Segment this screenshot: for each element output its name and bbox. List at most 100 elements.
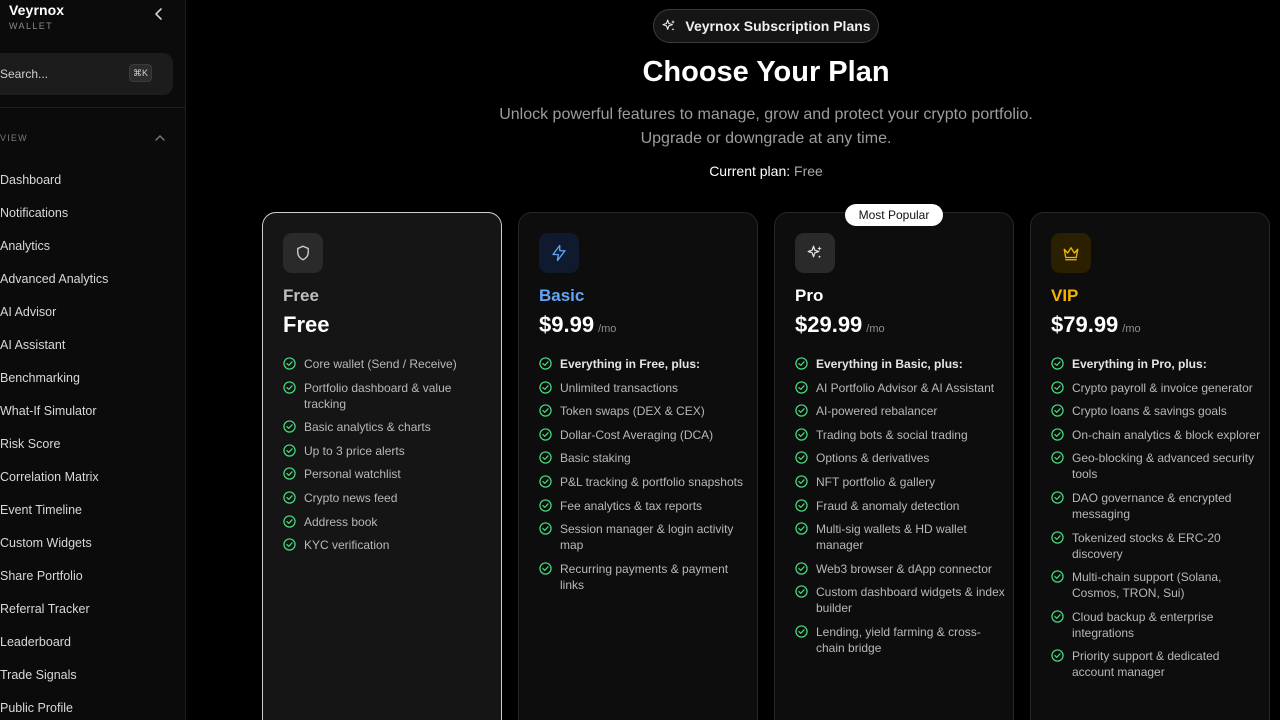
current-plan: Current plan: Free: [187, 163, 1280, 179]
feature-item: Fee analytics & tax reports: [539, 498, 749, 514]
check-circle-icon: [1051, 491, 1064, 504]
lightning-icon: [552, 244, 566, 262]
check-circle-icon: [539, 562, 552, 575]
feature-text: Multi-sig wallets & HD wallet manager: [816, 522, 967, 553]
feature-text: Lending, yield farming & cross-chain bri…: [816, 624, 981, 655]
plan-card-free[interactable]: Free Free Core wallet (Send / Receive) P…: [262, 212, 502, 720]
sparkles-icon: [662, 19, 676, 31]
check-circle-icon: [795, 475, 808, 488]
sidebar-item-referral-tracker[interactable]: Referral Tracker: [0, 592, 186, 625]
feature-item: Address book: [283, 514, 493, 530]
feature-item: Options & derivatives: [795, 450, 1005, 466]
sidebar-item-ai-advisor[interactable]: AI Advisor: [0, 295, 186, 328]
feature-item: Crypto payroll & invoice generator: [1051, 380, 1261, 396]
sidebar-item-ai-assistant[interactable]: AI Assistant: [0, 328, 186, 361]
feature-text: AI-powered rebalancer: [816, 404, 938, 419]
plan-card-vip[interactable]: VIP $79.99 /mo Everything in Pro, plus: …: [1030, 212, 1270, 720]
sidebar-item-analytics[interactable]: Analytics: [0, 229, 186, 262]
check-circle-icon: [283, 380, 296, 394]
check-circle-icon: [795, 498, 808, 512]
feature-item: Everything in Basic, plus:: [795, 356, 1005, 372]
plan-name: Free: [283, 286, 319, 305]
feature-text: Dollar-Cost Averaging (DCA): [560, 427, 714, 442]
feature-text: Everything in Basic, plus:: [816, 357, 963, 371]
feature-text: AI Portfolio Advisor & AI Assistant: [816, 380, 995, 395]
feature-item: Unlimited transactions: [539, 380, 749, 396]
plan-name: VIP: [1051, 286, 1079, 305]
feature-item: Personal watchlist: [283, 466, 493, 482]
search-box[interactable]: ⌘K: [0, 53, 173, 95]
sidebar-item-trade-signals[interactable]: Trade Signals: [0, 658, 186, 691]
feature-text: Fee analytics & tax reports: [560, 498, 703, 513]
plan-card-basic[interactable]: Basic $9.99 /mo Everything in Free, plus…: [518, 212, 758, 720]
check-circle-icon: [795, 625, 808, 638]
check-circle-icon: [795, 522, 808, 535]
plan-card-pro[interactable]: Pro $29.99 /mo Everything in Basic, plus…: [774, 212, 1014, 720]
chevron-left-icon: [155, 8, 162, 20]
feature-item: Fraud & anomaly detection: [795, 498, 1005, 514]
sidebar-item-advanced-analytics[interactable]: Advanced Analytics: [0, 262, 186, 295]
feature-item: Basic analytics & charts: [283, 419, 493, 435]
check-circle-icon: [283, 491, 296, 504]
most-popular-badge: Most Popular: [845, 204, 943, 226]
section-label: VIEW: [0, 133, 28, 143]
sidebar-item-what-if-simulator[interactable]: What-If Simulator: [0, 394, 186, 427]
current-plan-value: Free: [794, 163, 823, 179]
sidebar-item-risk-score[interactable]: Risk Score: [0, 427, 186, 460]
check-circle-icon: [283, 467, 296, 481]
feature-text: On-chain analytics & block explorer: [1072, 427, 1261, 442]
feature-item: Basic staking: [539, 450, 749, 466]
feature-text: DAO governance & encrypted messaging: [1072, 490, 1232, 521]
sidebar-item-dashboard[interactable]: Dashboard: [0, 163, 186, 196]
plan-price: Free: [283, 312, 330, 337]
price-period: /mo: [1122, 323, 1141, 335]
price-row: $9.99 /mo: [539, 312, 616, 338]
brand-name: Veyrnox: [9, 2, 65, 18]
sidebar-item-event-timeline[interactable]: Event Timeline: [0, 493, 186, 526]
sidebar-nav: Dashboard Notifications Analytics Advanc…: [0, 163, 186, 720]
feature-text: Geo-blocking & advanced security tools: [1072, 451, 1255, 482]
sidebar-item-share-portfolio[interactable]: Share Portfolio: [0, 559, 186, 592]
feature-text: Everything in Free, plus:: [560, 357, 701, 371]
price-row: Free: [283, 312, 329, 338]
feature-item: Cloud backup & enterprise integrations: [1051, 609, 1261, 641]
feature-item: Core wallet (Send / Receive): [283, 356, 493, 372]
feature-item: NFT portfolio & gallery: [795, 474, 1005, 490]
feature-item: Up to 3 price alerts: [283, 443, 493, 459]
sidebar-item-public-profile[interactable]: Public Profile: [0, 691, 186, 720]
plan-price: $9.99: [539, 312, 595, 337]
feature-text: Up to 3 price alerts: [304, 443, 405, 458]
check-circle-icon: [795, 357, 808, 370]
plan-name: Pro: [795, 286, 824, 305]
check-circle-icon: [795, 585, 808, 599]
feature-item: AI Portfolio Advisor & AI Assistant: [795, 380, 1005, 396]
sidebar-item-benchmarking[interactable]: Benchmarking: [0, 361, 186, 394]
check-circle-icon: [539, 380, 552, 394]
collapse-sidebar-button[interactable]: [151, 6, 167, 22]
feature-item: Trading bots & social trading: [795, 427, 1005, 443]
feature-text: Web3 browser & dApp connector: [816, 561, 992, 576]
check-circle-icon: [1051, 530, 1064, 544]
sidebar-item-correlation-matrix[interactable]: Correlation Matrix: [0, 460, 186, 493]
feature-item: Everything in Pro, plus:: [1051, 356, 1261, 372]
check-circle-icon: [283, 420, 296, 433]
feature-text: Basic analytics & charts: [304, 420, 431, 435]
page-title: Choose Your Plan: [642, 56, 890, 88]
feature-item: On-chain analytics & block explorer: [1051, 427, 1261, 443]
feature-text: Multi-chain support (Solana, Cosmos, TRO…: [1072, 570, 1222, 601]
sidebar-item-leaderboard[interactable]: Leaderboard: [0, 625, 186, 658]
search-input[interactable]: [0, 66, 120, 82]
feature-text: Tokenized stocks & ERC-20 discovery: [1072, 530, 1221, 561]
feature-text: NFT portfolio & gallery: [816, 474, 936, 489]
check-circle-icon: [539, 451, 552, 465]
sidebar-item-custom-widgets[interactable]: Custom Widgets: [0, 526, 186, 559]
price-row: $29.99 /mo: [795, 312, 885, 338]
feature-text: Session manager & login activity map: [560, 522, 734, 553]
pill-label: Veyrnox Subscription Plans: [685, 18, 871, 34]
chevron-up-icon[interactable]: [154, 133, 166, 143]
feature-item: Geo-blocking & advanced security tools: [1051, 450, 1261, 482]
brand-subtitle: WALLET: [9, 21, 54, 31]
subtitle-line-2: Upgrade or downgrade at any time.: [640, 130, 892, 147]
sidebar-item-notifications[interactable]: Notifications: [0, 196, 186, 229]
plan-icon-container: [539, 233, 579, 273]
